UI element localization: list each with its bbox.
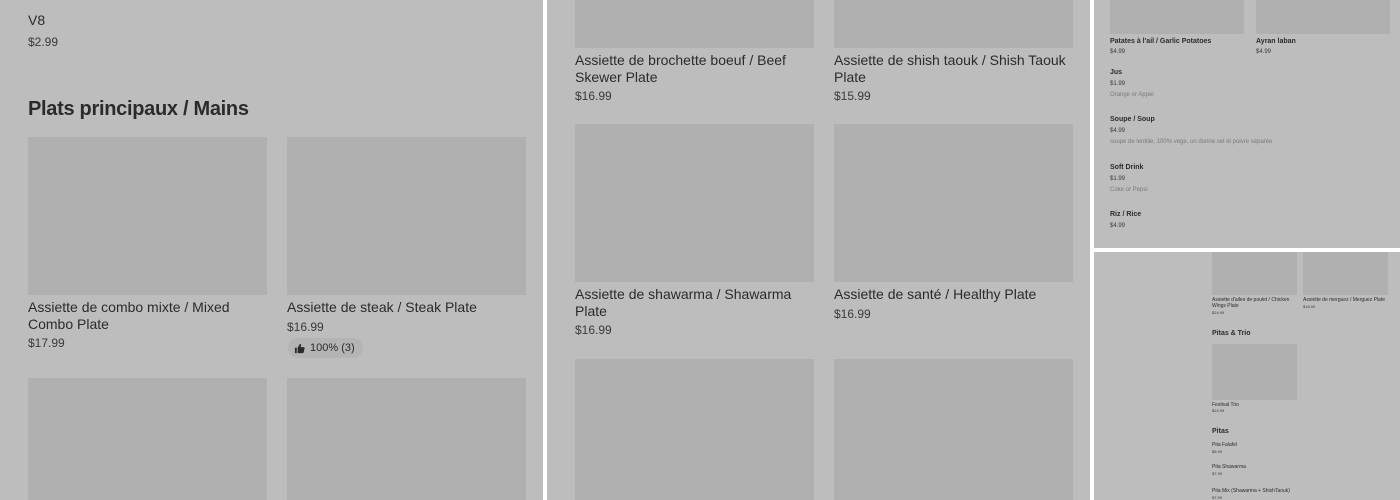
item-image-placeholder — [1212, 344, 1297, 400]
item-name: Assiette de brochette boeuf / Beef Skewe… — [575, 52, 786, 85]
item-name: Riz / Rice — [1110, 211, 1142, 218]
item-price: $16.99 — [834, 307, 871, 321]
item-description: Orange or Appel — [1110, 92, 1154, 98]
item-price: $4.99 — [1256, 49, 1272, 55]
item-image-placeholder — [28, 137, 267, 295]
item-price: $4.99 — [1110, 49, 1126, 55]
item-name: Assiette de santé / Healthy Plate — [834, 286, 1037, 302]
menu-item-card[interactable]: Festival Trio $24.99 — [1212, 344, 1298, 414]
item-price: $24.99 — [1212, 408, 1225, 413]
item-name: Assiette de merguez / Merguez Plate — [1303, 297, 1385, 303]
item-price: $7.99 — [1212, 471, 1223, 476]
item-image-placeholder — [575, 0, 814, 48]
item-price: $15.99 — [834, 89, 871, 103]
item-description: soupe de lentille, 100% vege, on donne s… — [1110, 139, 1273, 145]
list-item[interactable]: Jus $1.99 Orange or Appel — [1110, 68, 1390, 102]
item-name: Soupe / Soup — [1110, 116, 1155, 123]
menu-item-card[interactable]: Assiette de brochette boeuf / Beef Skewe… — [575, 0, 815, 110]
item-name: Pita Shawarma — [1212, 464, 1246, 470]
item-name: Assiette d'ailes de poulet / Chicken Win… — [1212, 297, 1290, 309]
item-name: Assiette de combo mixte / Mixed Combo Pl… — [28, 299, 230, 332]
thumbs-up-icon — [294, 343, 305, 353]
list-item[interactable]: Soft Drink $1.99 Coke or Pepsi — [1110, 163, 1390, 197]
section-title: Pitas & Trio — [1212, 330, 1251, 337]
menu-item-card[interactable]: Assiette de merguez / Merguez Plate $18.… — [1303, 252, 1389, 314]
item-price: $16.99 — [575, 89, 612, 103]
item-name: Ayran laban — [1256, 38, 1296, 45]
item-image-placeholder — [1110, 0, 1244, 34]
item-image-placeholder[interactable] — [575, 359, 814, 500]
menu-panel-mains: V8 $2.99 Plats principaux / Mains Assiet… — [0, 0, 543, 500]
rating-badge: 100% (3) — [288, 338, 363, 358]
item-price: $7.99 — [1212, 495, 1223, 500]
item-price: $17.99 — [28, 336, 65, 350]
item-name: Soft Drink — [1110, 164, 1144, 171]
list-item[interactable]: Soupe / Soup $4.99 soupe de lentille, 10… — [1110, 115, 1390, 149]
item-image-placeholder — [575, 124, 814, 282]
menu-item-card[interactable]: Assiette de steak / Steak Plate $16.99 1… — [287, 137, 527, 362]
list-item[interactable]: Pita Falafel $5.99 — [1212, 442, 1392, 456]
section-title: Pitas — [1212, 428, 1229, 435]
item-image-placeholder[interactable] — [28, 378, 267, 500]
item-price: $18.99 — [1303, 304, 1316, 309]
item-image-placeholder — [834, 0, 1073, 48]
section-title: Plats principaux / Mains — [28, 98, 249, 120]
menu-panel-pitas: Assiette d'ailes de poulet / Chicken Win… — [1094, 252, 1400, 500]
menu-panel-plates: Assiette de brochette boeuf / Beef Skewe… — [547, 0, 1090, 500]
list-item[interactable]: Pita Mix (Shawarma + ShishTaouk) $7.99 — [1212, 488, 1392, 500]
item-price: $16.99 — [287, 320, 324, 334]
item-price: $5.99 — [1212, 449, 1223, 454]
menu-item-card[interactable]: Assiette de shish taouk / Shish Taouk Pl… — [834, 0, 1074, 110]
menu-item-card[interactable]: Assiette de santé / Healthy Plate $16.99 — [834, 124, 1074, 344]
item-name: Patates à l'ail / Garlic Potatoes — [1110, 38, 1212, 45]
item-image-placeholder[interactable] — [834, 359, 1073, 500]
menu-item-card[interactable]: Patates à l'ail / Garlic Potatoes $4.99 — [1110, 0, 1246, 58]
item-name: Assiette de shish taouk / Shish Taouk Pl… — [834, 52, 1066, 85]
item-price: $4.99 — [1110, 128, 1126, 134]
item-name: Assiette de steak / Steak Plate — [287, 299, 477, 315]
menu-item-card[interactable]: Assiette d'ailes de poulet / Chicken Win… — [1212, 252, 1298, 315]
list-item[interactable]: Pita Shawarma $7.99 — [1212, 464, 1392, 478]
item-price: $2.99 — [28, 35, 59, 49]
menu-item-card[interactable]: Ayran laban $4.99 — [1256, 0, 1392, 58]
item-image-placeholder — [1256, 0, 1390, 34]
menu-panel-sides: Patates à l'ail / Garlic Potatoes $4.99 … — [1094, 0, 1400, 248]
item-price: $1.99 — [1110, 176, 1126, 182]
menu-item-v8[interactable]: V8 $2.99 — [28, 12, 228, 52]
item-price: $1.99 — [1110, 81, 1126, 87]
item-name: V8 — [28, 12, 46, 28]
menu-item-card[interactable]: Assiette de shawarma / Shawarma Plate $1… — [575, 124, 815, 344]
item-name: Assiette de shawarma / Shawarma Plate — [575, 286, 792, 319]
item-image-placeholder — [1212, 252, 1297, 295]
menu-item-card[interactable]: Assiette de combo mixte / Mixed Combo Pl… — [28, 137, 268, 357]
rating-text: 100% (3) — [310, 342, 355, 354]
item-name: Pita Falafel — [1212, 442, 1238, 448]
item-image-placeholder — [287, 137, 526, 295]
item-name: Jus — [1110, 69, 1123, 76]
list-item[interactable]: Riz / Rice $4.99 — [1110, 210, 1390, 234]
item-image-placeholder — [1303, 252, 1388, 295]
item-price: $4.99 — [1110, 223, 1126, 229]
item-image-placeholder — [834, 124, 1073, 282]
item-price: $24.99 — [1212, 310, 1225, 315]
item-price: $16.99 — [575, 323, 612, 337]
item-description: Coke or Pepsi — [1110, 187, 1148, 193]
item-image-placeholder[interactable] — [287, 378, 526, 500]
item-name: Pita Mix (Shawarma + ShishTaouk) — [1212, 488, 1290, 494]
